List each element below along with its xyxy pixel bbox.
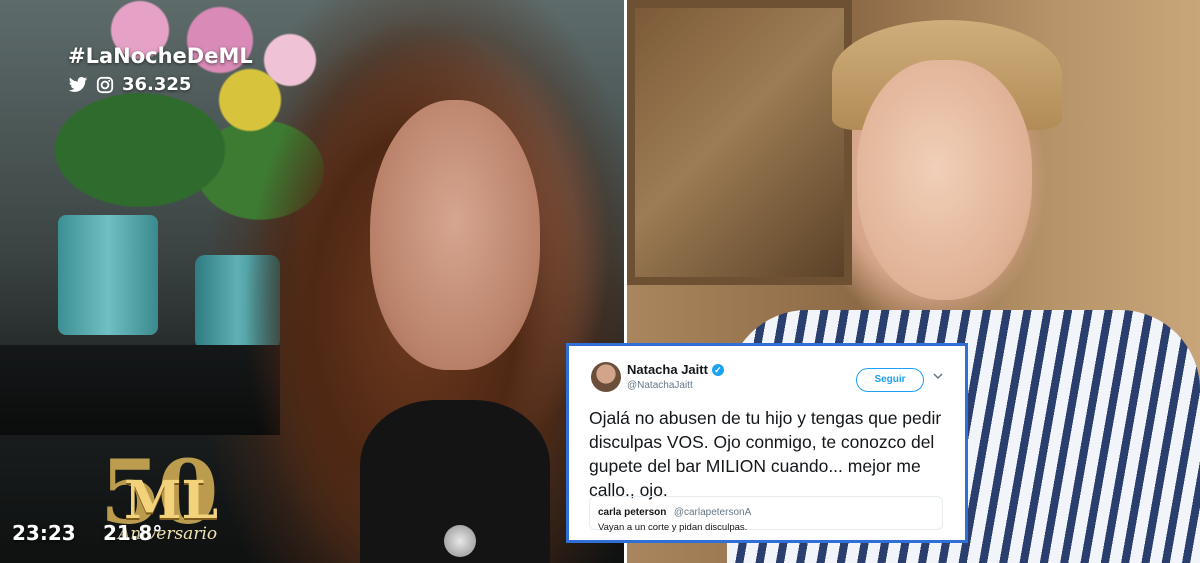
turquoise-vase [58,215,158,335]
verified-badge-icon: ✓ [711,363,724,376]
tweet-card: Natacha Jaitt ✓ @NatachaJaitt Seguir Oja… [566,343,968,543]
quoted-tweet[interactable]: carla peterson @carlapetersonA Vayan a u… [589,496,943,533]
wall-painting [627,0,852,285]
show-hashtag: #LaNocheDeML [68,44,253,68]
author-name-text[interactable]: Natacha Jaitt [627,362,708,377]
chevron-down-icon[interactable] [933,371,943,381]
quoted-text: Vayan a un corte y pidan disculpas. [598,522,748,533]
follow-button[interactable]: Seguir [856,368,924,392]
stats-value: 36.325 [122,74,192,95]
broadcast-time: 23:23 [12,521,76,545]
instagram-icon [96,76,114,94]
quoted-author-name: carla peterson [598,507,667,518]
right-person-face [857,60,1032,300]
avatar[interactable] [591,362,621,392]
tweet-author-name[interactable]: Natacha Jaitt ✓ [627,362,724,377]
tweet-text: Ojalá no abusen de tu hijo y tengas que … [589,408,942,500]
broadcast-temperature: 21.8° [103,521,163,545]
side-table [0,345,280,435]
social-stats: 36.325 [68,74,191,95]
tweet-author-handle[interactable]: @NatachaJaitt [627,380,693,391]
left-video-frame: #LaNocheDeML 36.325 50 ML Aniversario 23… [0,0,624,563]
pendant [444,525,476,557]
twitter-icon [68,76,88,94]
left-person-face [370,100,540,370]
quoted-author-handle: @carlapetersonA [673,507,752,518]
